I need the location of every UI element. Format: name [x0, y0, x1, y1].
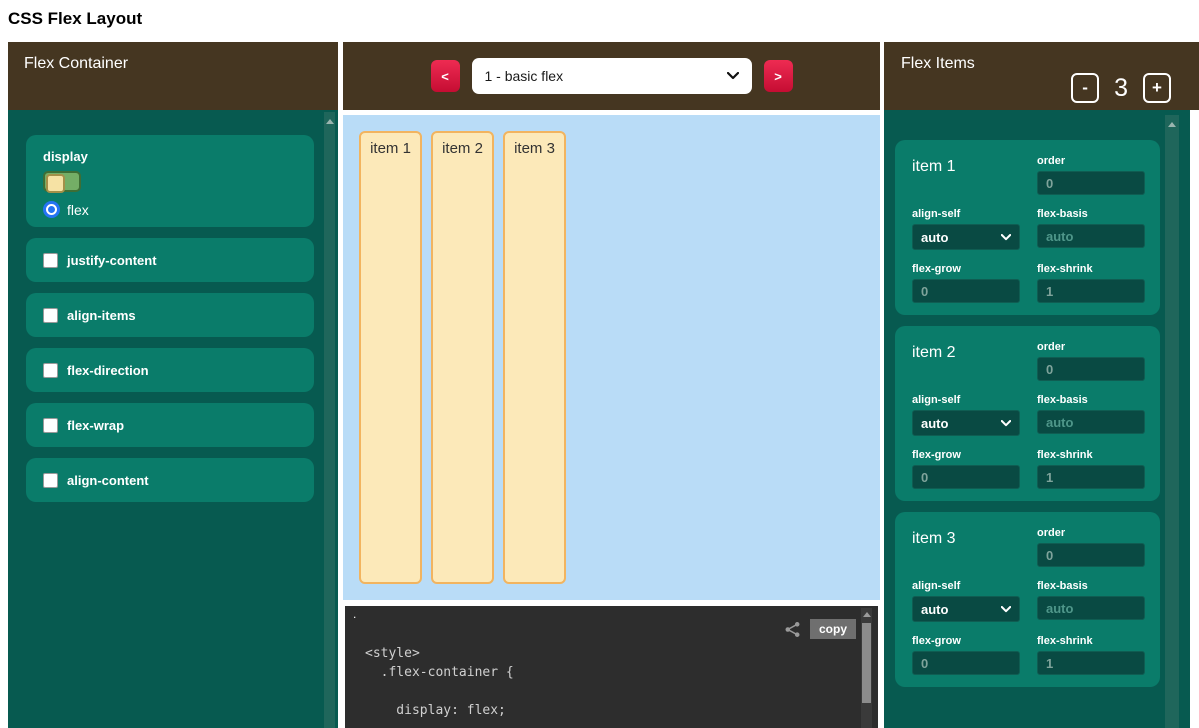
toggle-knob — [46, 174, 65, 193]
chevron-down-icon — [1001, 234, 1011, 241]
flex-shrink-label: flex-shrink — [1037, 263, 1145, 275]
code-scroll-thumb[interactable] — [862, 623, 871, 703]
item-count-stepper: - 3 + — [1071, 73, 1171, 103]
code-bullet: . — [353, 607, 356, 621]
flex-basis-label: flex-basis — [1037, 208, 1145, 220]
code-panel: . copy <style> .flex-container { display… — [343, 604, 880, 728]
add-item-button[interactable]: + — [1143, 73, 1171, 103]
preview-flex-item-2: item 2 — [431, 131, 494, 584]
chevron-down-icon — [1001, 420, 1011, 427]
item-1-flex-basis-input[interactable] — [1037, 224, 1145, 248]
item-count: 3 — [1114, 74, 1128, 103]
flex-container-panel: Flex Container display flex justify-cont… — [8, 42, 338, 728]
item-2-order-input[interactable] — [1037, 357, 1145, 381]
item-3-flex-grow-input[interactable] — [912, 651, 1020, 675]
remove-item-button[interactable]: - — [1071, 73, 1099, 103]
item-1-order-input[interactable] — [1037, 171, 1145, 195]
flex-container-panel-header: Flex Container — [8, 42, 338, 110]
item-3-align-self-select[interactable]: auto — [912, 596, 1020, 622]
flex-wrap-checkbox[interactable] — [43, 418, 58, 433]
item-1-card: item 1 order align-self auto flex-basis — [895, 140, 1160, 315]
chevron-down-icon — [1001, 606, 1011, 613]
example-select[interactable]: 1 - basic flex — [472, 58, 752, 94]
flex-preview-container: item 1 item 2 item 3 — [343, 115, 880, 600]
align-items-label: align-items — [67, 308, 136, 323]
page-title: CSS Flex Layout — [8, 9, 142, 29]
flex-items-title: Flex Items — [901, 55, 975, 72]
item-3-name: item 3 — [912, 527, 1020, 567]
item-2-align-self-select[interactable]: auto — [912, 410, 1020, 436]
item-2-flex-shrink-input[interactable] — [1037, 465, 1145, 489]
left-panel-scrollbar[interactable] — [324, 112, 335, 728]
display-card: display flex — [26, 135, 314, 227]
flex-basis-label: flex-basis — [1037, 394, 1145, 406]
flex-items-panel-header: Flex Items - 3 + — [884, 42, 1199, 110]
flex-direction-checkbox[interactable] — [43, 363, 58, 378]
code-scroll-up-icon[interactable] — [863, 612, 871, 617]
flex-basis-label: flex-basis — [1037, 580, 1145, 592]
code-scrollbar[interactable] — [861, 608, 872, 728]
justify-content-label: justify-content — [67, 253, 157, 268]
item-3-flex-shrink-input[interactable] — [1037, 651, 1145, 675]
flex-items-panel-body: item 1 order align-self auto flex-basis — [884, 110, 1190, 728]
prop-flex-wrap[interactable]: flex-wrap — [26, 403, 314, 447]
next-example-button[interactable]: > — [764, 60, 793, 92]
preview-panel: < 1 - basic flex > item 1 item 2 item 3 … — [343, 42, 880, 728]
example-nav-bar: < 1 - basic flex > — [343, 42, 880, 110]
align-self-value: auto — [921, 416, 948, 431]
item-3-card: item 3 order align-self auto flex-basis — [895, 512, 1160, 687]
preview-flex-item-3: item 3 — [503, 131, 566, 584]
code-text: <style> .flex-container { display: flex; — [365, 644, 514, 720]
item-2-flex-grow-input[interactable] — [912, 465, 1020, 489]
order-label: order — [1037, 341, 1145, 353]
flex-container-panel-body: display flex justify-content align-items… — [8, 110, 338, 728]
right-panel-scrollbar[interactable] — [1165, 115, 1179, 728]
item-3-flex-basis-input[interactable] — [1037, 596, 1145, 620]
flex-radio-label: flex — [67, 202, 89, 218]
preview-flex-item-1: item 1 — [359, 131, 422, 584]
item-1-name: item 1 — [912, 155, 1020, 195]
flex-shrink-label: flex-shrink — [1037, 449, 1145, 461]
copy-button[interactable]: copy — [810, 619, 856, 639]
example-select-value: 1 - basic flex — [485, 68, 564, 84]
align-self-label: align-self — [912, 394, 1020, 406]
item-1-flex-grow-input[interactable] — [912, 279, 1020, 303]
share-icon[interactable] — [784, 621, 801, 638]
flex-grow-label: flex-grow — [912, 635, 1020, 647]
align-self-value: auto — [921, 230, 948, 245]
scroll-up-icon[interactable] — [326, 119, 334, 124]
scroll-up-icon[interactable] — [1168, 122, 1176, 127]
item-2-name: item 2 — [912, 341, 1020, 381]
flex-wrap-label: flex-wrap — [67, 418, 124, 433]
order-label: order — [1037, 155, 1145, 167]
display-toggle[interactable] — [43, 171, 81, 192]
flex-direction-label: flex-direction — [67, 363, 149, 378]
order-label: order — [1037, 527, 1145, 539]
item-1-align-self-select[interactable]: auto — [912, 224, 1020, 250]
flex-radio[interactable] — [43, 201, 60, 218]
justify-content-checkbox[interactable] — [43, 253, 58, 268]
flex-items-panel: Flex Items - 3 + item 1 order align-self… — [884, 42, 1199, 728]
display-label: display — [43, 149, 314, 164]
flex-grow-label: flex-grow — [912, 263, 1020, 275]
flex-grow-label: flex-grow — [912, 449, 1020, 461]
item-2-flex-basis-input[interactable] — [1037, 410, 1145, 434]
prop-justify-content[interactable]: justify-content — [26, 238, 314, 282]
prop-align-content[interactable]: align-content — [26, 458, 314, 502]
prop-flex-direction[interactable]: flex-direction — [26, 348, 314, 392]
flex-shrink-label: flex-shrink — [1037, 635, 1145, 647]
align-content-checkbox[interactable] — [43, 473, 58, 488]
prev-example-button[interactable]: < — [431, 60, 460, 92]
item-3-order-input[interactable] — [1037, 543, 1145, 567]
item-2-card: item 2 order align-self auto flex-basis — [895, 326, 1160, 501]
chevron-down-icon — [727, 72, 739, 80]
align-self-label: align-self — [912, 208, 1020, 220]
align-items-checkbox[interactable] — [43, 308, 58, 323]
prop-align-items[interactable]: align-items — [26, 293, 314, 337]
align-self-label: align-self — [912, 580, 1020, 592]
item-1-flex-shrink-input[interactable] — [1037, 279, 1145, 303]
align-content-label: align-content — [67, 473, 149, 488]
align-self-value: auto — [921, 602, 948, 617]
